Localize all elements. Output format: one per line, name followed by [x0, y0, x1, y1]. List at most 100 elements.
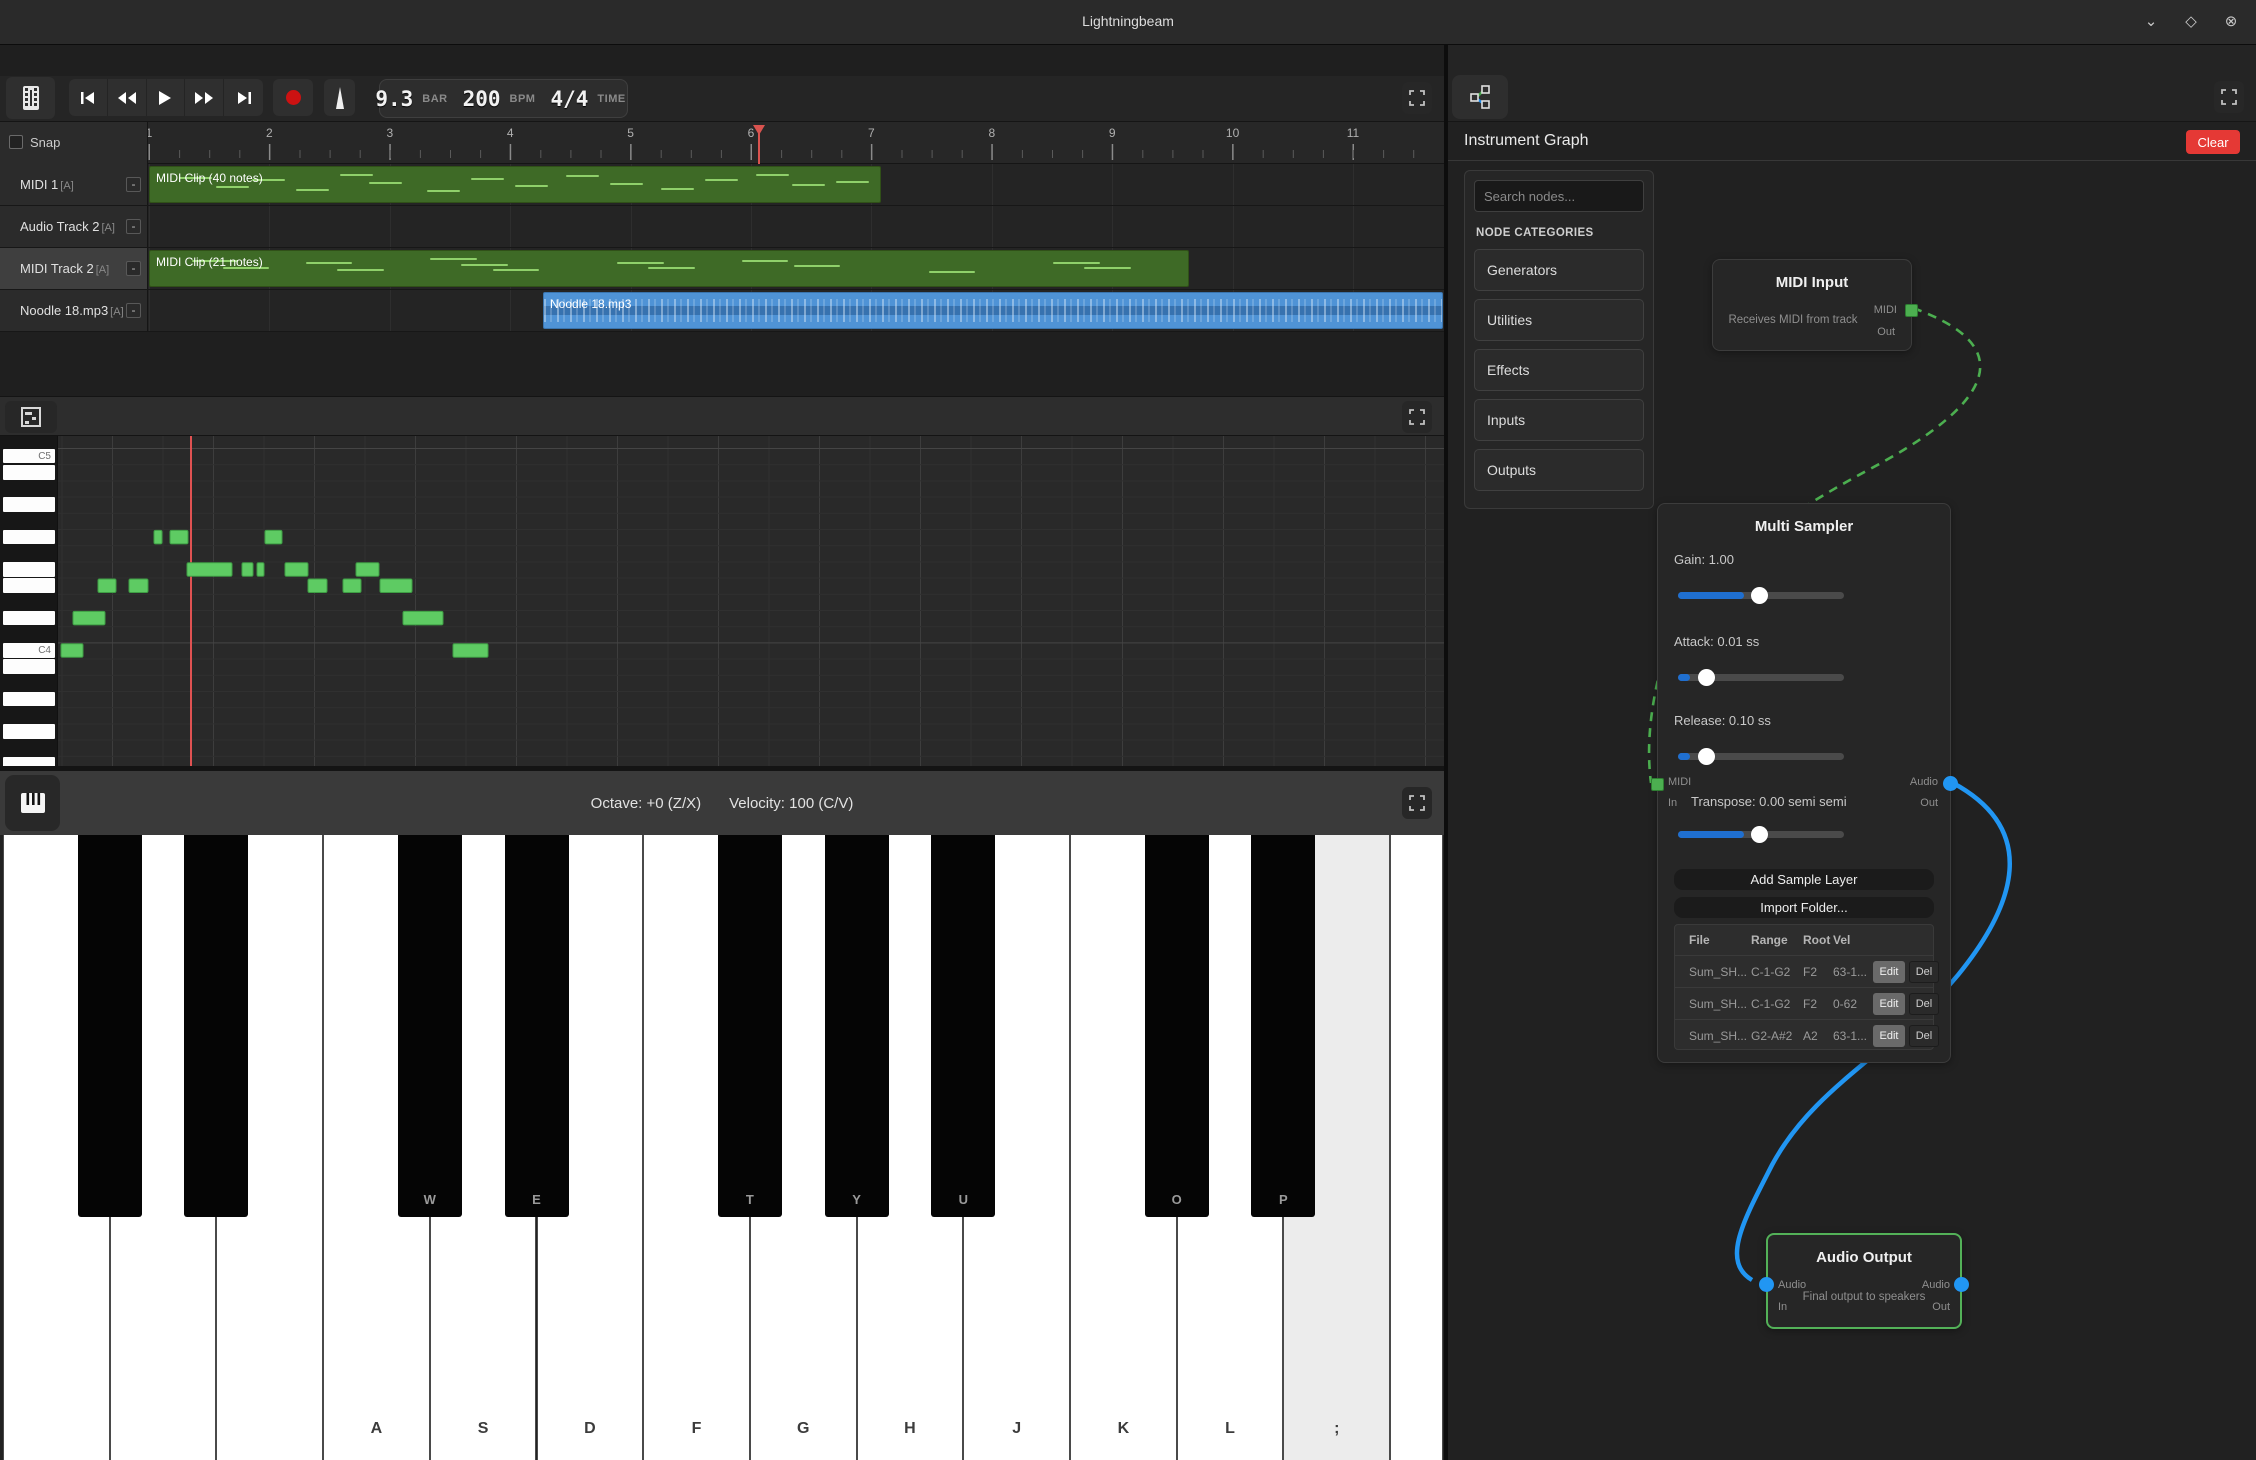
param-slider[interactable] [1678, 674, 1844, 681]
track-lane[interactable]: MIDI Clip (40 notes) [148, 164, 1444, 205]
svg-text:9: 9 [1109, 126, 1116, 140]
edit-button[interactable]: Edit [1873, 993, 1905, 1015]
piano-roll-fullscreen-icon[interactable] [1402, 401, 1432, 433]
snap-checkbox[interactable] [9, 135, 23, 149]
midi-note[interactable] [187, 563, 232, 577]
sample-row: Sum_SH...G2-A#2A263-1...EditDel [1675, 1019, 1933, 1051]
slider-thumb[interactable] [1751, 587, 1768, 604]
maximize-icon[interactable]: ◇ [2178, 9, 2204, 35]
midi-note[interactable] [453, 644, 488, 658]
param-slider[interactable] [1678, 753, 1844, 760]
black-key[interactable]: E [505, 835, 569, 1217]
track-header[interactable]: Noodle 18.mp3[A]- [0, 290, 148, 331]
midi-note[interactable] [308, 579, 327, 593]
black-key[interactable]: O [1145, 835, 1209, 1217]
track-minus-toggle[interactable]: - [126, 303, 141, 318]
piano-roll-key[interactable] [3, 497, 55, 512]
node-subtitle: Final output to speakers [1798, 1291, 1930, 1303]
timeline-fullscreen-icon[interactable] [1402, 82, 1432, 114]
track-lane[interactable]: MIDI Clip (21 notes) [148, 248, 1444, 289]
param-slider[interactable] [1678, 592, 1844, 599]
midi-note[interactable] [242, 563, 253, 577]
slider-thumb[interactable] [1698, 669, 1715, 686]
slider-thumb[interactable] [1751, 826, 1768, 843]
audio-out-port[interactable] [1954, 1277, 1969, 1292]
add-sample-layer-button[interactable]: Add Sample Layer [1674, 869, 1934, 890]
skip-end-icon[interactable] [224, 79, 263, 116]
metronome-button[interactable] [324, 79, 355, 116]
midi-note[interactable] [380, 579, 412, 593]
midi-note[interactable] [73, 611, 105, 625]
piano-roll-key[interactable] [3, 692, 55, 707]
param-slider[interactable] [1678, 831, 1844, 838]
edit-button[interactable]: Edit [1873, 1025, 1905, 1047]
node-audio-output[interactable]: Audio Output Final output to speakers Au… [1766, 1233, 1962, 1329]
midi-clip[interactable]: MIDI Clip (21 notes) [149, 250, 1189, 287]
midi-note[interactable] [257, 563, 264, 577]
track-lane[interactable] [148, 206, 1444, 247]
midi-note[interactable] [129, 579, 148, 593]
piano-roll-key[interactable] [3, 611, 55, 626]
black-key[interactable] [78, 835, 142, 1217]
slider-fill [1678, 592, 1744, 599]
node-midi-input[interactable]: MIDI Input Receives MIDI from track MIDI… [1712, 259, 1912, 351]
track-header[interactable]: Audio Track 2[A]- [0, 206, 148, 247]
black-key[interactable] [184, 835, 248, 1217]
skip-start-icon[interactable] [69, 79, 108, 116]
track-lane[interactable]: Noodle 18.mp3 [148, 290, 1444, 331]
midi-clip[interactable]: MIDI Clip (40 notes) [149, 166, 881, 203]
black-key[interactable]: T [718, 835, 782, 1217]
rewind-icon[interactable] [108, 79, 147, 116]
film-icon[interactable] [6, 77, 55, 119]
midi-note[interactable] [170, 530, 188, 544]
midi-note[interactable] [343, 579, 361, 593]
piano-roll-expand-icon[interactable] [5, 401, 57, 433]
piano-roll-key[interactable] [3, 465, 55, 480]
midi-note[interactable] [61, 644, 83, 658]
piano-roll-key[interactable] [3, 562, 55, 577]
midi-note[interactable] [285, 563, 308, 577]
track-header[interactable]: MIDI Track 2[A]- [0, 248, 148, 289]
piano-roll-key[interactable]: C4 [3, 643, 55, 658]
white-key-partial[interactable] [1390, 835, 1443, 1460]
midi-out-port[interactable] [1905, 304, 1918, 317]
piano-roll-key[interactable] [3, 659, 55, 674]
play-icon[interactable] [147, 79, 186, 116]
del-button[interactable]: Del [1909, 1025, 1939, 1047]
edit-button[interactable]: Edit [1873, 961, 1905, 983]
close-icon[interactable]: ⊗ [2218, 9, 2244, 35]
slider-thumb[interactable] [1698, 748, 1715, 765]
midi-note[interactable] [98, 579, 116, 593]
audio-clip[interactable]: Noodle 18.mp3 [543, 292, 1443, 329]
midi-note[interactable] [154, 530, 162, 544]
black-key[interactable]: P [1251, 835, 1315, 1217]
keyboard-fullscreen-icon[interactable] [1402, 787, 1432, 819]
black-key[interactable]: Y [825, 835, 889, 1217]
black-key[interactable]: U [931, 835, 995, 1217]
midi-note[interactable] [356, 563, 379, 577]
del-button[interactable]: Del [1909, 993, 1939, 1015]
piano-roll-grid[interactable] [58, 436, 1444, 766]
piano-roll-key[interactable] [3, 724, 55, 739]
piano-roll-key[interactable]: C5 [3, 449, 55, 464]
piano-icon[interactable] [5, 775, 60, 831]
black-key[interactable]: W [398, 835, 462, 1217]
import-folder-button[interactable]: Import Folder... [1674, 897, 1934, 918]
ruler[interactable]: Snap 1234567891011 [0, 122, 1444, 164]
audio-in-port[interactable] [1759, 1277, 1774, 1292]
audio-out-port[interactable] [1943, 776, 1958, 791]
fast-forward-icon[interactable] [185, 79, 224, 116]
record-button[interactable] [273, 79, 313, 116]
track-minus-toggle[interactable]: - [126, 177, 141, 192]
track-minus-toggle[interactable]: - [126, 219, 141, 234]
node-multi-sampler[interactable]: Multi Sampler Gain: 1.00Attack: 0.01 ssR… [1657, 503, 1951, 1063]
midi-note[interactable] [265, 530, 282, 544]
track-header[interactable]: MIDI 1[A]- [0, 164, 148, 205]
piano-roll-key[interactable] [3, 530, 55, 545]
minimize-icon[interactable]: ⌄ [2138, 9, 2164, 35]
midi-in-port[interactable] [1651, 778, 1664, 791]
piano-roll-key[interactable] [3, 578, 55, 593]
del-button[interactable]: Del [1909, 961, 1939, 983]
track-minus-toggle[interactable]: - [126, 261, 141, 276]
midi-note[interactable] [403, 611, 443, 625]
